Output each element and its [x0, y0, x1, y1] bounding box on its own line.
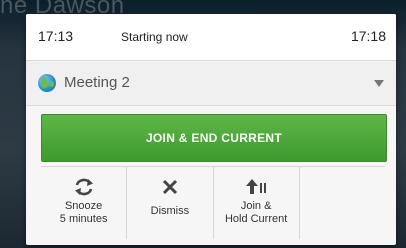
meeting-reminder-panel: 17:13 Starting now 17:18 Meeting 2 JOIN …	[26, 14, 396, 245]
time-row: 17:13 Starting now 17:18	[26, 14, 396, 61]
action-bar: Snooze 5 minutes Dismiss Join & Hold Cur…	[41, 166, 385, 239]
meeting-title: Meeting 2	[64, 74, 130, 91]
join-end-current-button[interactable]: JOIN & END CURRENT	[41, 114, 387, 162]
close-icon	[162, 179, 177, 195]
refresh-icon	[74, 178, 93, 196]
join-hold-label: Join & Hold Current	[224, 200, 288, 225]
join-hold-current-button[interactable]: Join & Hold Current	[214, 167, 300, 239]
start-time: 17:13	[38, 28, 74, 44]
empty-action-slot	[300, 167, 385, 239]
snooze-label: Snooze 5 minutes	[59, 200, 108, 225]
chevron-down-icon[interactable]	[374, 80, 384, 87]
join-hold-icon	[246, 179, 267, 194]
dismiss-label: Dismiss	[150, 205, 190, 217]
end-time: 17:18	[350, 28, 386, 44]
globe-icon	[38, 74, 56, 92]
status-text: Starting now	[121, 30, 188, 44]
snooze-button[interactable]: Snooze 5 minutes	[41, 167, 128, 239]
meeting-selector[interactable]: Meeting 2	[26, 61, 396, 106]
dismiss-button[interactable]: Dismiss	[127, 167, 214, 239]
